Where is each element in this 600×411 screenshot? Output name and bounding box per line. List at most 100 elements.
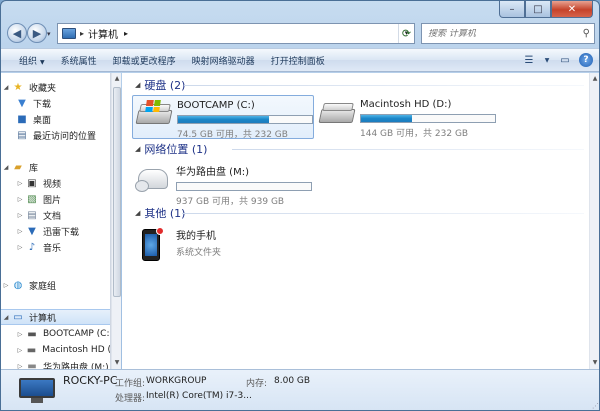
scroll-up-icon[interactable]: ▲ <box>112 73 122 85</box>
address-row: ◀ ▶ ▾ ▸ 计算机 ▸ ▾ ⟳ ⚲ <box>1 19 599 47</box>
command-bar: 组织 ▼ 系统属性 卸载或更改程序 映射网络驱动器 打开控制面板 ☰ ▼ ▭ ? <box>1 48 599 72</box>
nav-label: 华为路由盘 (M:) <box>43 362 109 370</box>
nav-label: 迅雷下载 <box>43 227 80 238</box>
drive-macintosh-hd[interactable]: Macintosh HD (D:) 144 GB 可用，共 232 GB <box>316 95 506 139</box>
nav-label: Macintosh HD ( <box>42 345 111 355</box>
computer-icon <box>19 378 55 404</box>
xunlei-icon: ▼ <box>28 225 36 237</box>
nav-pictures[interactable]: ▷ ▧ 图片 <box>1 191 110 207</box>
close-button[interactable]: ✕ <box>551 1 593 18</box>
expand-icon[interactable]: ▷ <box>15 347 25 354</box>
nav-xunlei-downloads[interactable]: ▷ ▼ 迅雷下载 <box>1 223 110 239</box>
view-options-icon[interactable]: ☰ <box>521 53 537 67</box>
collapse-icon[interactable]: ◢ <box>1 164 11 171</box>
collapse-icon[interactable]: ◢ <box>135 145 140 153</box>
memory-value: 8.00 GB <box>274 376 311 386</box>
nav-huawei-drive[interactable]: ▷ ▬ 华为路由盘 (M:) <box>1 358 110 370</box>
map-network-drive-button[interactable]: 映射网络驱动器 <box>192 54 255 67</box>
group-divider <box>232 149 584 150</box>
drive-name: 华为路由盘 (M:) <box>176 167 249 178</box>
drive-bootcamp[interactable]: BOOTCAMP (C:) 74.5 GB 可用，共 232 GB <box>132 95 314 140</box>
nav-label: BOOTCAMP (C: <box>43 329 110 339</box>
recent-places-icon: ▤ <box>17 129 27 141</box>
details-pane: ROCKY-PC 工作组: WORKGROUP 内存: 8.00 GB 处理器:… <box>1 369 599 410</box>
nav-label: 图片 <box>43 195 62 206</box>
expand-icon[interactable]: ▷ <box>15 212 25 219</box>
nav-bootcamp[interactable]: ▷ ▬ BOOTCAMP (C: <box>1 326 110 342</box>
nav-scrollbar[interactable]: ▲ ▼ <box>111 73 121 369</box>
scroll-down-icon[interactable]: ▼ <box>590 357 599 369</box>
workgroup-label: 工作组: <box>115 379 146 389</box>
expand-icon[interactable]: ▷ <box>15 244 25 251</box>
group-hard-disks[interactable]: ◢ 硬盘 (2) <box>135 77 185 93</box>
caption-buttons: – □ ✕ <box>499 1 593 18</box>
view-controls: ☰ ▼ ▭ ? <box>521 53 593 67</box>
nav-favorites[interactable]: ◢ ★ 收藏夹 <box>1 79 110 95</box>
help-icon[interactable]: ? <box>579 53 593 67</box>
forward-button[interactable]: ▶ <box>27 23 47 43</box>
nav-recent-places[interactable]: ▤ 最近访问的位置 <box>1 127 110 143</box>
nav-desktop[interactable]: ■ 桌面 <box>1 111 110 127</box>
phone-icon <box>136 227 172 261</box>
nav-label: 最近访问的位置 <box>33 131 97 142</box>
network-drive-icon <box>135 163 172 197</box>
maximize-button[interactable]: □ <box>525 1 551 18</box>
minimize-button[interactable]: – <box>499 1 525 18</box>
search-box[interactable]: ⚲ <box>421 23 595 44</box>
expand-icon[interactable]: ▷ <box>15 196 25 203</box>
nav-label: 计算机 <box>29 313 57 324</box>
nav-homegroup[interactable]: ▷ ◍ 家庭组 <box>1 277 110 293</box>
address-bar[interactable]: ▸ 计算机 ▸ ▾ <box>57 23 415 44</box>
drive-free-space: 74.5 GB 可用，共 232 GB <box>177 130 288 140</box>
breadcrumb-separator-2[interactable]: ▸ <box>124 29 128 38</box>
group-other[interactable]: ◢ 其他 (1) <box>135 205 185 221</box>
expand-icon[interactable]: ▷ <box>15 180 25 187</box>
search-icon[interactable]: ⚲ <box>583 28 590 39</box>
nav-label: 库 <box>29 163 39 174</box>
view-dropdown-icon[interactable]: ▼ <box>543 53 551 67</box>
nav-label: 音乐 <box>43 243 62 254</box>
nav-downloads[interactable]: ▼ 下载 <box>1 95 110 111</box>
nav-videos[interactable]: ▷ ▣ 视频 <box>1 175 110 191</box>
nav-macintosh-hd[interactable]: ▷ ▬ Macintosh HD ( <box>1 342 111 358</box>
resize-grip-icon[interactable]: ⋰ <box>592 402 599 410</box>
nav-music[interactable]: ▷ ♪ 音乐 <box>1 239 110 255</box>
breadcrumb-separator[interactable]: ▸ <box>80 29 84 38</box>
recent-pages-dropdown[interactable]: ▾ <box>47 30 55 38</box>
content-scrollbar[interactable]: ▲ ▼ <box>589 73 599 369</box>
expand-icon[interactable]: ▷ <box>15 228 25 235</box>
item-type: 系统文件夹 <box>176 248 222 258</box>
scroll-down-icon[interactable]: ▼ <box>112 357 122 369</box>
expand-icon[interactable]: ▷ <box>15 331 25 338</box>
organize-button[interactable]: 组织 ▼ <box>19 54 45 67</box>
item-name: 我的手机 <box>176 231 216 242</box>
nav-label: 下载 <box>33 99 52 110</box>
refresh-icon[interactable]: ⟳ <box>398 24 415 43</box>
library-icon: ▰ <box>14 161 22 173</box>
drive-icon: ▬ <box>27 328 37 340</box>
system-properties-button[interactable]: 系统属性 <box>61 54 97 67</box>
drive-usage-bar <box>360 114 496 123</box>
preview-pane-icon[interactable]: ▭ <box>557 53 573 67</box>
collapse-icon[interactable]: ◢ <box>1 314 11 321</box>
nav-scroll-thumb[interactable] <box>113 87 121 297</box>
collapse-icon[interactable]: ◢ <box>135 209 140 217</box>
group-network-locations[interactable]: ◢ 网络位置 (1) <box>135 141 207 157</box>
nav-documents[interactable]: ▷ ▤ 文档 <box>1 207 110 223</box>
scroll-up-icon[interactable]: ▲ <box>590 73 599 85</box>
search-input[interactable] <box>428 28 573 39</box>
collapse-icon[interactable]: ◢ <box>1 84 11 91</box>
uninstall-program-button[interactable]: 卸载或更改程序 <box>113 54 176 67</box>
nav-libraries[interactable]: ◢ ▰ 库 <box>1 159 110 175</box>
music-icon: ♪ <box>28 241 36 253</box>
drive-free-space: 937 GB 可用，共 939 GB <box>176 197 285 207</box>
drive-huawei-router[interactable]: 华为路由盘 (M:) 937 GB 可用，共 939 GB <box>132 159 322 207</box>
drive-name: Macintosh HD (D:) <box>360 99 452 110</box>
breadcrumb-computer[interactable]: 计算机 <box>88 26 118 41</box>
nav-computer[interactable]: ◢ ▭ 计算机 <box>1 309 110 325</box>
collapse-icon[interactable]: ◢ <box>135 81 140 89</box>
my-phone-item[interactable]: 我的手机 系统文件夹 <box>132 223 292 267</box>
back-button[interactable]: ◀ <box>7 23 27 43</box>
open-control-panel-button[interactable]: 打开控制面板 <box>271 54 325 67</box>
expand-icon[interactable]: ▷ <box>1 282 11 289</box>
